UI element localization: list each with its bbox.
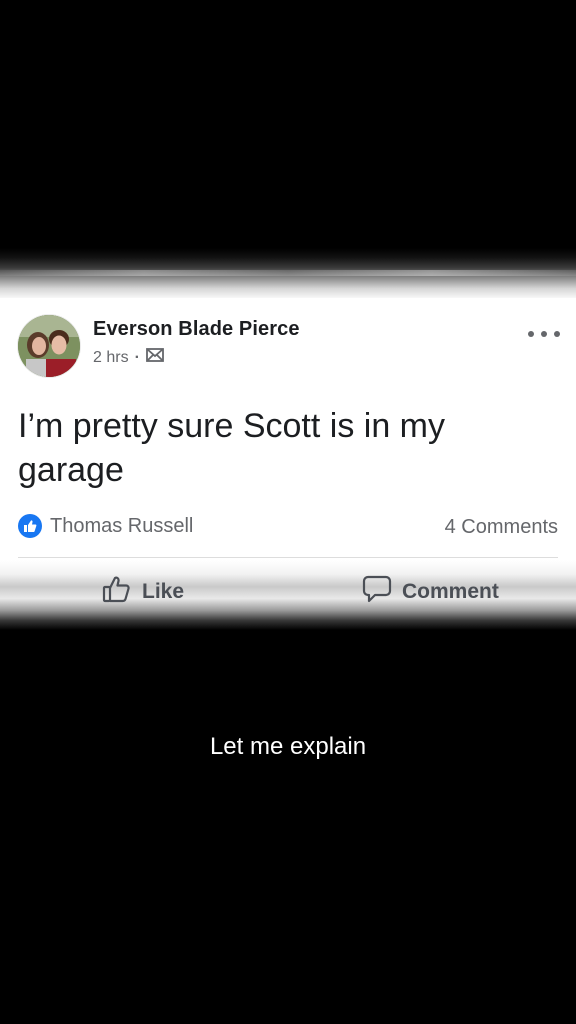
reactions-summary[interactable]: Thomas Russell [18,514,193,538]
post-text: I’m pretty sure Scott is in my garage [18,407,445,489]
video-frame: Everson Blade Pierce 2 hrs · I’m pretty … [0,0,576,1024]
thumbs-up-outline-icon [102,574,132,610]
blur-streak [0,270,576,276]
comments-count[interactable]: 4 Comments [445,516,558,539]
meta-separator: · [134,348,140,366]
author-name[interactable]: Everson Blade Pierce [93,318,300,341]
comment-button[interactable]: Comment [362,574,499,610]
post-meta: 2 hrs · [93,348,164,367]
video-caption: Let me explain [209,733,367,760]
comment-label: Comment [402,580,499,603]
more-options-icon[interactable] [528,322,560,346]
envelope-icon [146,348,164,367]
thumbs-up-icon [18,514,42,538]
like-button[interactable]: Like [102,574,184,610]
like-label: Like [142,580,185,603]
reaction-names: Thomas Russell [50,514,194,537]
divider [18,557,558,558]
avatar[interactable] [18,315,80,377]
post-time[interactable]: 2 hrs [93,349,129,367]
speech-bubble-icon [362,574,392,610]
